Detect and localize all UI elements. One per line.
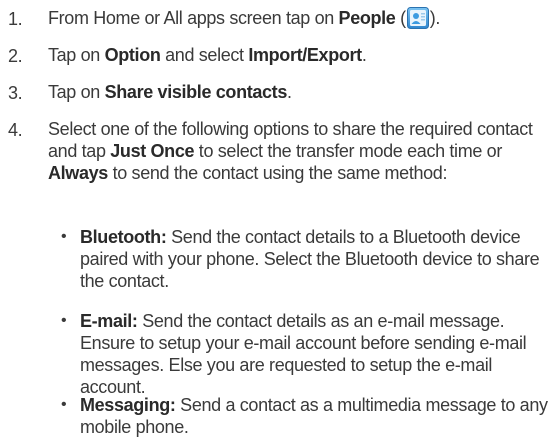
- email-title: E-mail:: [80, 311, 138, 331]
- bullet-symbol: •: [61, 396, 67, 413]
- bullet-email-text: E-mail: Send the contact details as an e…: [80, 311, 527, 397]
- instruction-document: 1. From Home or All apps screen tap on P…: [0, 0, 555, 448]
- step-1-text: From Home or All apps screen tap on Peop…: [48, 7, 441, 29]
- step-3-text: Tap on Share visible contacts.: [48, 82, 292, 102]
- step-2-number: 2.: [8, 46, 23, 66]
- bluetooth-title: Bluetooth:: [80, 227, 167, 247]
- option-label: Option: [104, 45, 161, 65]
- bullet-bluetooth-text: Bluetooth: Send the contact details to a…: [80, 227, 540, 291]
- always-label: Always: [48, 163, 108, 183]
- step-3-number: 3.: [8, 83, 23, 103]
- people-app-label: People: [338, 8, 396, 28]
- step-1-number: 1.: [8, 9, 23, 29]
- messaging-title: Messaging:: [80, 395, 176, 415]
- step-4-text: Select one of the following options to s…: [48, 119, 533, 183]
- people-app-icon: [406, 7, 429, 29]
- share-visible-contacts-label: Share visible contacts: [104, 82, 288, 102]
- just-once-label: Just Once: [110, 141, 195, 161]
- step-4-number: 4.: [8, 120, 23, 140]
- bullet-messaging-text: Messaging: Send a contact as a multimedi…: [80, 395, 548, 437]
- bullet-symbol: •: [61, 228, 67, 245]
- step-2-text: Tap on Option and select Import/Export.: [48, 45, 367, 65]
- bullet-symbol: •: [61, 312, 67, 329]
- import-export-label: Import/Export: [248, 45, 362, 65]
